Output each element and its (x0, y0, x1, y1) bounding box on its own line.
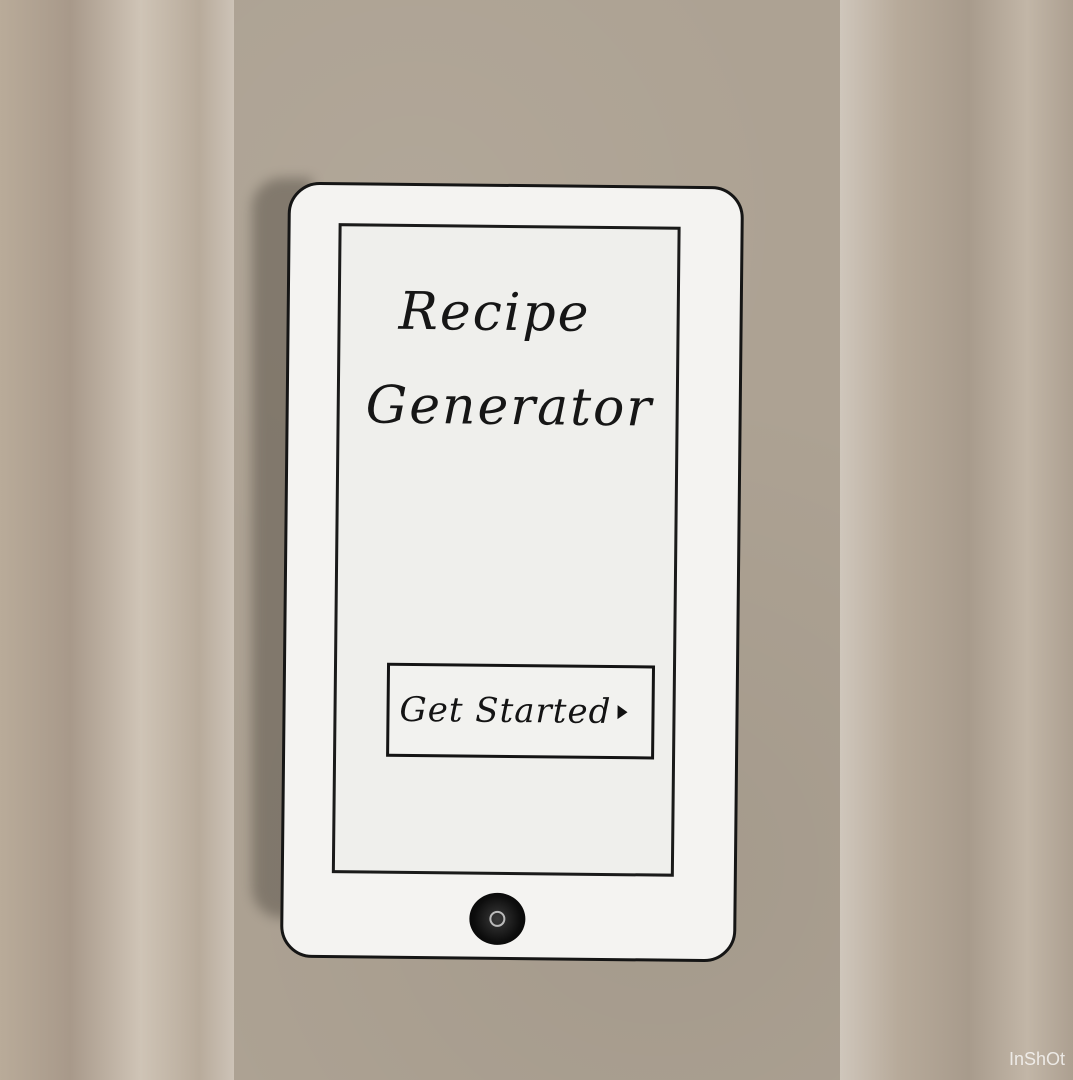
app-title-line2: Generator (365, 375, 654, 439)
video-frame: Recipe Generator Get Started InShOt (0, 0, 1073, 1080)
play-arrow-icon (617, 705, 628, 720)
home-button-icon[interactable] (469, 892, 526, 946)
paper-phone-prototype: Recipe Generator Get Started (279, 181, 745, 963)
app-title: Recipe Generator (365, 264, 667, 455)
get-started-button[interactable]: Get Started (386, 662, 656, 760)
app-title-line1: Recipe (398, 281, 591, 344)
blurred-left-panel (0, 0, 234, 1080)
get-started-label: Get Started (399, 689, 612, 733)
phone-screen: Recipe Generator Get Started (331, 223, 681, 877)
blurred-right-panel (840, 0, 1073, 1080)
inshot-watermark: InShOt (1008, 1049, 1065, 1069)
